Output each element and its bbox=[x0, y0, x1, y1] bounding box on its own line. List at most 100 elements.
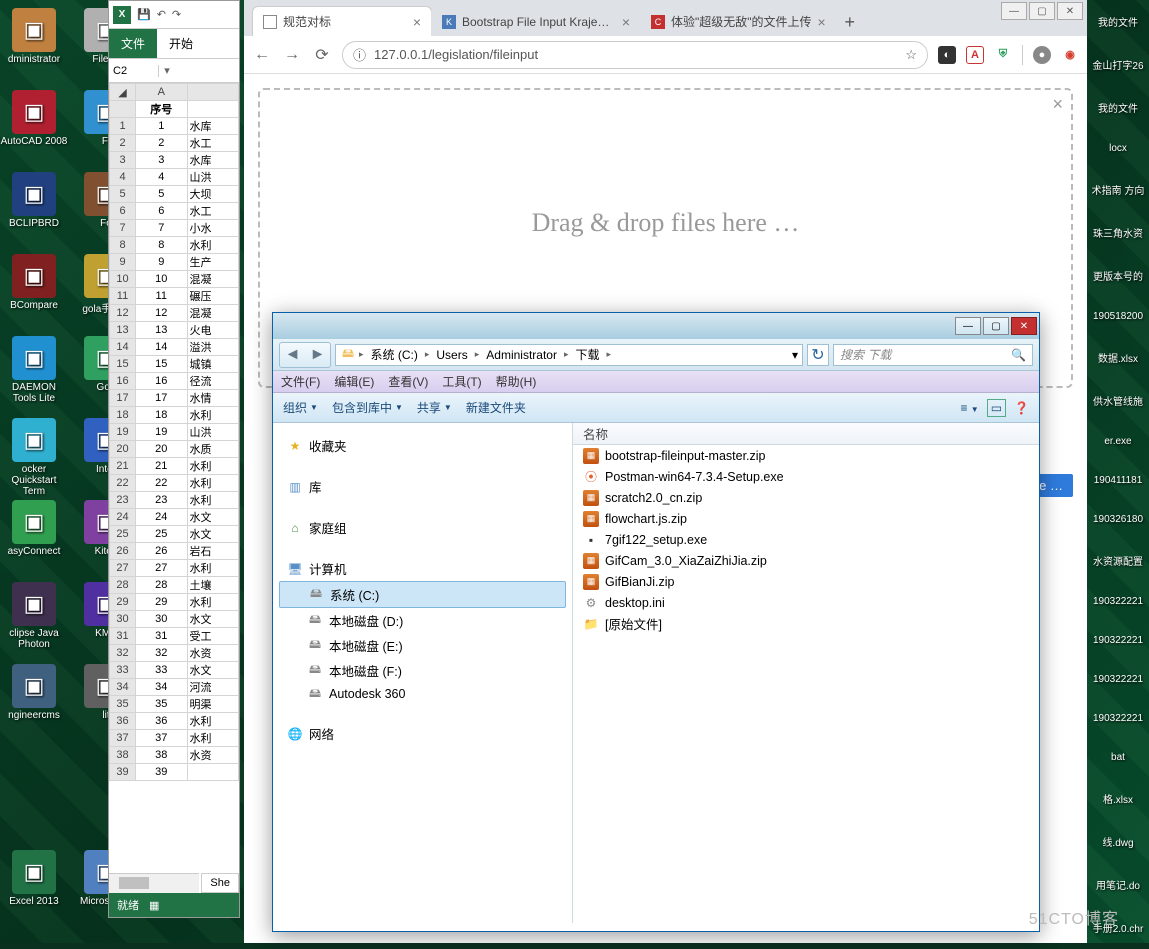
sidebar-drive[interactable]: 🖴本地磁盘 (F:) bbox=[279, 658, 566, 683]
ext-icon-4[interactable]: ◉ bbox=[1061, 46, 1079, 64]
breadcrumb-segment[interactable]: Administrator bbox=[482, 348, 561, 362]
desktop-icon[interactable]: ▣clipse Java Photon bbox=[0, 582, 68, 650]
cell[interactable]: 水文 bbox=[187, 526, 239, 543]
row-header[interactable]: 26 bbox=[110, 543, 136, 560]
sidebar-drive[interactable]: 🖴Autodesk 360 bbox=[279, 683, 566, 705]
row-header[interactable]: 24 bbox=[110, 509, 136, 526]
browser-tab[interactable]: 规范对标× bbox=[252, 6, 432, 36]
row-header[interactable]: 30 bbox=[110, 611, 136, 628]
cell[interactable]: 小水 bbox=[187, 220, 239, 237]
desktop-file[interactable]: 供水管线施 bbox=[1087, 379, 1149, 422]
breadcrumb-segment[interactable]: Users bbox=[432, 348, 471, 362]
desktop-file[interactable]: er.exe bbox=[1087, 422, 1149, 461]
menu-item[interactable]: 工具(T) bbox=[442, 373, 481, 390]
cell[interactable]: 24 bbox=[136, 509, 188, 526]
reload-button[interactable]: ⟳ bbox=[312, 45, 332, 65]
cell[interactable]: 13 bbox=[136, 322, 188, 339]
profile-icon[interactable]: ● bbox=[1033, 46, 1051, 64]
row-header[interactable]: 18 bbox=[110, 407, 136, 424]
desktop-file[interactable]: bat bbox=[1087, 738, 1149, 777]
row-header[interactable]: 16 bbox=[110, 373, 136, 390]
cell[interactable]: 水文 bbox=[187, 509, 239, 526]
dropzone-close-icon[interactable]: × bbox=[1052, 94, 1063, 115]
sidebar-favorites[interactable]: ★收藏夹 bbox=[279, 433, 566, 458]
desktop-file[interactable]: 我的文件 bbox=[1087, 0, 1149, 43]
cell[interactable]: 34 bbox=[136, 679, 188, 696]
cell[interactable]: 水利 bbox=[187, 475, 239, 492]
cell[interactable]: 3 bbox=[136, 152, 188, 169]
cell[interactable]: 水利 bbox=[187, 560, 239, 577]
cell[interactable]: 10 bbox=[136, 271, 188, 288]
row-header[interactable]: 5 bbox=[110, 186, 136, 203]
chevron-right-icon[interactable]: ▸ bbox=[604, 349, 615, 360]
cell[interactable]: 26 bbox=[136, 543, 188, 560]
desktop-icon[interactable]: ▣DAEMON Tools Lite bbox=[0, 336, 68, 404]
row-header[interactable]: 1 bbox=[110, 118, 136, 135]
cell[interactable]: 18 bbox=[136, 407, 188, 424]
desktop-file[interactable]: locx bbox=[1087, 129, 1149, 168]
cell[interactable]: 水利 bbox=[187, 492, 239, 509]
cell[interactable]: 水利 bbox=[187, 713, 239, 730]
desktop-file[interactable]: 珠三角水资 bbox=[1087, 211, 1149, 254]
cell[interactable]: 岩石 bbox=[187, 543, 239, 560]
row-header[interactable] bbox=[110, 101, 136, 118]
cell[interactable]: 水利 bbox=[187, 594, 239, 611]
browser-tab[interactable]: C体验"超级无敌"的文件上传× bbox=[640, 6, 837, 36]
close-button[interactable]: ✕ bbox=[1057, 2, 1083, 20]
row-header[interactable]: 29 bbox=[110, 594, 136, 611]
cell[interactable]: 溢洪 bbox=[187, 339, 239, 356]
desktop-icon[interactable]: ▣asyConnect bbox=[0, 500, 68, 557]
cell[interactable]: 水利 bbox=[187, 407, 239, 424]
toolbar-item[interactable]: 组织 ▼ bbox=[283, 399, 318, 416]
desktop-icon[interactable]: ▣ngineercms bbox=[0, 664, 68, 721]
cell[interactable]: 1 bbox=[136, 118, 188, 135]
cell[interactable]: 山洪 bbox=[187, 169, 239, 186]
cell[interactable]: 水资 bbox=[187, 747, 239, 764]
cell[interactable]: 山洪 bbox=[187, 424, 239, 441]
cell[interactable]: 水资 bbox=[187, 645, 239, 662]
cell[interactable]: 径流 bbox=[187, 373, 239, 390]
address-bar[interactable]: ⓘ 127.0.0.1/legislation/fileinput ☆ bbox=[342, 41, 928, 69]
desktop-file[interactable]: 我的文件 bbox=[1087, 86, 1149, 129]
desktop-file[interactable]: 线.dwg bbox=[1087, 820, 1149, 863]
search-input[interactable]: 搜索 下载 🔍 bbox=[833, 344, 1033, 366]
cell[interactable]: 14 bbox=[136, 339, 188, 356]
desktop-file[interactable]: 数据.xlsx bbox=[1087, 336, 1149, 379]
cell[interactable]: 32 bbox=[136, 645, 188, 662]
row-header[interactable]: 13 bbox=[110, 322, 136, 339]
breadcrumb-segment[interactable]: 下载 bbox=[571, 346, 603, 363]
cell[interactable]: 生产 bbox=[187, 254, 239, 271]
cell[interactable]: 大坝 bbox=[187, 186, 239, 203]
row-header[interactable]: 34 bbox=[110, 679, 136, 696]
desktop-file[interactable]: 190322221 bbox=[1087, 621, 1149, 660]
undo-icon[interactable]: ↶ bbox=[157, 8, 166, 21]
file-item[interactable]: ▦flowchart.js.zip bbox=[573, 508, 1039, 529]
cell[interactable]: 30 bbox=[136, 611, 188, 628]
sidebar-network[interactable]: 🌐网络 bbox=[279, 721, 566, 746]
star-icon[interactable]: ☆ bbox=[905, 47, 917, 63]
cell[interactable]: 水利 bbox=[187, 458, 239, 475]
row-header[interactable]: 11 bbox=[110, 288, 136, 305]
col-header[interactable]: A bbox=[136, 84, 188, 101]
breadcrumb-segment[interactable]: 系统 (C:) bbox=[367, 346, 422, 363]
desktop-file[interactable]: 更版本号的 bbox=[1087, 254, 1149, 297]
sidebar-drive[interactable]: 🖴系统 (C:) bbox=[279, 581, 566, 608]
row-header[interactable]: 7 bbox=[110, 220, 136, 237]
cell[interactable]: 明渠 bbox=[187, 696, 239, 713]
explorer-minimize-button[interactable]: — bbox=[955, 317, 981, 335]
row-header[interactable]: 9 bbox=[110, 254, 136, 271]
chevron-right-icon[interactable]: ▸ bbox=[356, 349, 367, 360]
toolbar-item[interactable]: 包含到库中 ▼ bbox=[332, 399, 403, 416]
cell[interactable]: 6 bbox=[136, 203, 188, 220]
minimize-button[interactable]: — bbox=[1001, 2, 1027, 20]
cell[interactable]: 水库 bbox=[187, 152, 239, 169]
refresh-button[interactable]: ↻ bbox=[807, 344, 829, 366]
tab-close-icon[interactable]: × bbox=[818, 14, 826, 30]
row-header[interactable]: 35 bbox=[110, 696, 136, 713]
desktop-file[interactable]: 术指南 方向 bbox=[1087, 168, 1149, 211]
desktop-icon[interactable]: ▣BCLIPBRD bbox=[0, 172, 68, 229]
row-header[interactable]: 25 bbox=[110, 526, 136, 543]
view-icon[interactable]: ≡ ▼ bbox=[960, 401, 978, 415]
row-header[interactable]: 2 bbox=[110, 135, 136, 152]
cell[interactable]: 19 bbox=[136, 424, 188, 441]
